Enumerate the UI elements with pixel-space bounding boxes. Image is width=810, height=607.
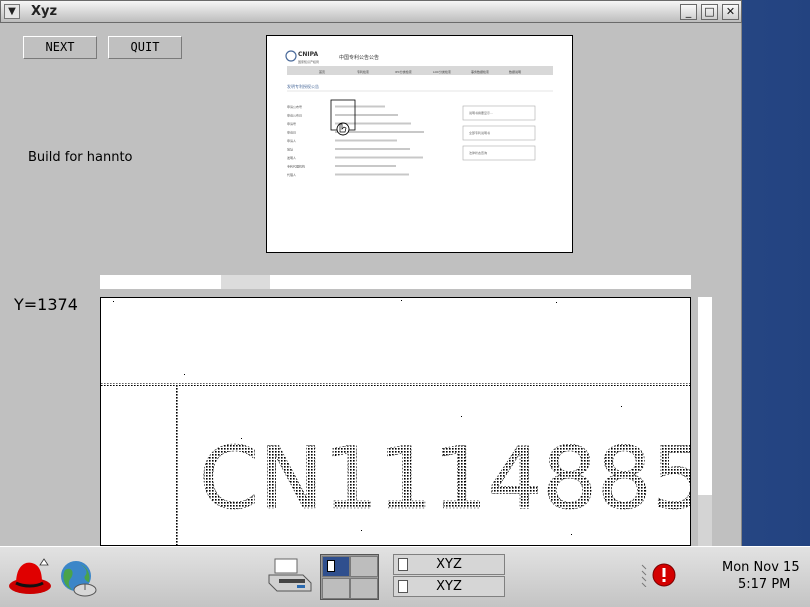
thumb-side-box-label: 法律状态查询 — [469, 150, 487, 155]
thumb-nav-item: 首页 — [319, 69, 325, 74]
thumb-field-label: 发明人 — [287, 155, 296, 160]
thumb-field-value — [335, 173, 409, 176]
thumb-side-box-label: 说明书摘要显示... — [469, 110, 493, 115]
viewer-canvas: CN11148858 — [101, 298, 690, 545]
thumb-field-value — [335, 148, 410, 150]
clock-date[interactable]: Mon Nov 15 — [722, 560, 800, 575]
alert-notification-icon[interactable] — [652, 563, 676, 587]
thumb-field-label: 地址 — [287, 147, 293, 152]
thumb-field-label: 申请日 — [287, 130, 296, 135]
tray-handle-icon[interactable] — [640, 563, 648, 587]
thumb-field-label: 专利代理机构 — [287, 164, 305, 169]
thumb-header: 中国专利公告公告 — [339, 54, 379, 61]
app-window: ▼ Xyz _ □ ✕ NEXT QUIT Build for hannto Y… — [0, 0, 742, 546]
next-button[interactable]: NEXT — [23, 36, 97, 59]
task-label: XYZ — [436, 557, 462, 572]
page-viewer[interactable]: CN11148858 — [100, 297, 691, 546]
taskbar-task-1[interactable]: XYZ — [393, 554, 505, 575]
workspace-pager[interactable] — [320, 554, 379, 600]
page-thumbnail: CNIPA 国家知识产权局 中国专利公告公告 首页 专利检索 IPC分类检索 LOC分… — [266, 35, 573, 253]
window-content: NEXT QUIT Build for hannto Y=1374 CNIPA … — [0, 23, 741, 546]
printer-icon[interactable] — [267, 557, 313, 597]
thumb-nav-item: IPC分类检索 — [395, 69, 412, 74]
quit-button[interactable]: QUIT — [108, 36, 182, 59]
task-label: XYZ — [436, 579, 462, 594]
thumb-side-boxes: 说明书摘要显示... 全部专利说明书法律状态查询 — [462, 105, 536, 161]
web-browser-icon[interactable] — [55, 556, 101, 602]
horizontal-scroll-thumb[interactable] — [221, 275, 270, 289]
taskbar-task-2[interactable]: XYZ — [393, 576, 505, 597]
thumb-field-label: 申请公布日 — [287, 113, 302, 118]
thumb-nav-item: 数据说明 — [509, 69, 521, 74]
vertical-scrollbar[interactable] — [698, 297, 712, 546]
thumb-logo: CNIPA — [298, 51, 319, 58]
vertical-scroll-thumb[interactable] — [698, 495, 712, 546]
maximize-button[interactable]: □ — [701, 4, 718, 20]
taskbar: XYZ XYZ Mon Nov 15 5:17 PM — [0, 546, 810, 607]
build-label: Build for hannto — [28, 150, 133, 165]
thumb-field-value — [335, 139, 397, 142]
thumb-section-title: 发明专利授权公告 — [287, 83, 319, 89]
thumb-field-value — [335, 114, 398, 116]
workspace-3[interactable] — [322, 578, 350, 599]
thumb-nav-item: 事务数据检索 — [471, 69, 489, 74]
window-menu-icon[interactable]: ▼ — [4, 4, 20, 19]
thumb-field-value — [335, 165, 396, 167]
thumb-field-value — [335, 156, 423, 159]
workspace-2[interactable] — [350, 556, 378, 577]
thumb-nav-item: LOC分类检索 — [433, 69, 451, 74]
thumb-side-box-label: 全部专利说明书 — [469, 130, 490, 135]
thumb-field-label: 代理人 — [287, 172, 296, 177]
horizontal-scrollbar[interactable] — [100, 275, 691, 289]
thumb-field-label: 申请人 — [287, 138, 296, 143]
viewer-big-text: CN11148858 — [199, 429, 690, 529]
close-button[interactable]: ✕ — [722, 4, 739, 20]
window-title: Xyz — [31, 4, 58, 19]
minimize-button[interactable]: _ — [680, 4, 697, 20]
thumb-field-label: 申请公布号 — [287, 104, 302, 109]
thumb-nav-item: 专利检索 — [357, 69, 369, 74]
y-coordinate-label: Y=1374 — [14, 295, 78, 314]
thumb-field-value — [335, 105, 385, 108]
clock-time[interactable]: 5:17 PM — [738, 577, 790, 592]
redhat-menu-icon[interactable] — [6, 553, 54, 601]
thumbnail-page: CNIPA 国家知识产权局 中国专利公告公告 首页 专利检索 IPC分类检索 LOC分… — [267, 36, 572, 252]
window-titlebar[interactable]: ▼ Xyz _ □ ✕ — [0, 0, 742, 23]
hand-cursor-icon — [336, 122, 350, 136]
thumb-field-label: 申请号 — [287, 121, 296, 126]
workspace-1[interactable] — [322, 556, 350, 577]
workspace-4[interactable] — [350, 578, 378, 599]
thumb-logo-sub: 国家知识产权局 — [298, 59, 319, 64]
